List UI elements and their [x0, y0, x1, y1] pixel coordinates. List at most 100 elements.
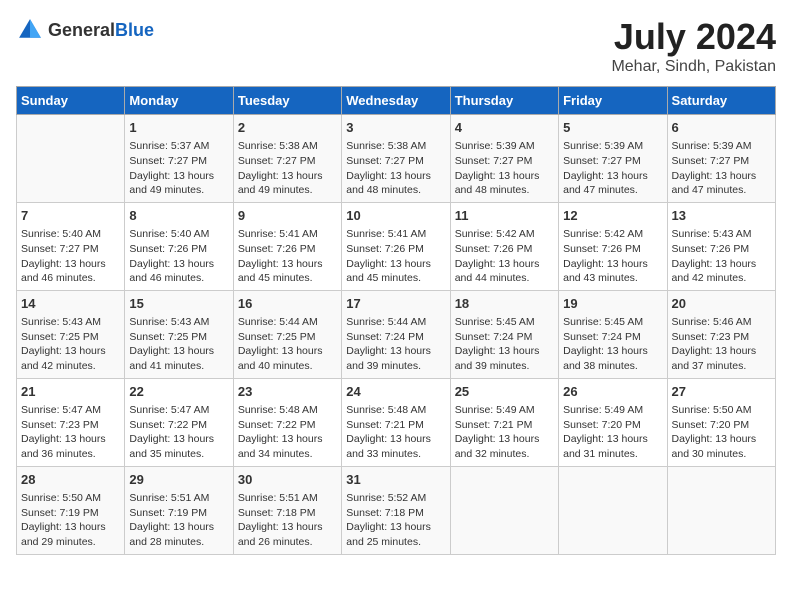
- day-info: and 40 minutes.: [238, 359, 337, 374]
- day-info: Sunrise: 5:49 AM: [455, 403, 554, 418]
- day-info: Sunset: 7:27 PM: [455, 154, 554, 169]
- day-number: 30: [238, 471, 337, 489]
- day-info: and 31 minutes.: [563, 447, 662, 462]
- day-info: Sunrise: 5:52 AM: [346, 491, 445, 506]
- day-number: 15: [129, 295, 228, 313]
- day-info: Sunrise: 5:50 AM: [21, 491, 120, 506]
- day-info: Sunset: 7:22 PM: [238, 418, 337, 433]
- day-info: and 37 minutes.: [672, 359, 771, 374]
- day-info: Sunset: 7:27 PM: [672, 154, 771, 169]
- day-info: Sunset: 7:27 PM: [346, 154, 445, 169]
- day-info: Daylight: 13 hours: [238, 432, 337, 447]
- calendar-cell: 3Sunrise: 5:38 AMSunset: 7:27 PMDaylight…: [342, 115, 450, 203]
- day-info: Sunset: 7:18 PM: [238, 506, 337, 521]
- day-info: and 46 minutes.: [129, 271, 228, 286]
- calendar-cell: 16Sunrise: 5:44 AMSunset: 7:25 PMDayligh…: [233, 290, 341, 378]
- day-info: Sunrise: 5:49 AM: [563, 403, 662, 418]
- calendar-cell: 11Sunrise: 5:42 AMSunset: 7:26 PMDayligh…: [450, 202, 558, 290]
- day-info: Sunset: 7:27 PM: [21, 242, 120, 257]
- calendar-cell: 10Sunrise: 5:41 AMSunset: 7:26 PMDayligh…: [342, 202, 450, 290]
- calendar-cell: 8Sunrise: 5:40 AMSunset: 7:26 PMDaylight…: [125, 202, 233, 290]
- calendar-cell: 22Sunrise: 5:47 AMSunset: 7:22 PMDayligh…: [125, 378, 233, 466]
- day-info: and 47 minutes.: [563, 183, 662, 198]
- day-info: Daylight: 13 hours: [21, 432, 120, 447]
- day-info: Sunset: 7:21 PM: [346, 418, 445, 433]
- day-info: Daylight: 13 hours: [129, 344, 228, 359]
- day-info: and 42 minutes.: [672, 271, 771, 286]
- day-number: 20: [672, 295, 771, 313]
- day-info: and 26 minutes.: [238, 535, 337, 550]
- day-info: Sunset: 7:25 PM: [21, 330, 120, 345]
- day-info: Sunrise: 5:48 AM: [238, 403, 337, 418]
- calendar-cell: 9Sunrise: 5:41 AMSunset: 7:26 PMDaylight…: [233, 202, 341, 290]
- day-info: Sunrise: 5:44 AM: [346, 315, 445, 330]
- calendar-cell: 23Sunrise: 5:48 AMSunset: 7:22 PMDayligh…: [233, 378, 341, 466]
- logo-blue: Blue: [115, 20, 154, 40]
- day-info: Daylight: 13 hours: [563, 257, 662, 272]
- day-info: Daylight: 13 hours: [129, 257, 228, 272]
- day-info: Sunrise: 5:43 AM: [129, 315, 228, 330]
- calendar-cell: 27Sunrise: 5:50 AMSunset: 7:20 PMDayligh…: [667, 378, 775, 466]
- day-info: and 45 minutes.: [238, 271, 337, 286]
- day-info: Daylight: 13 hours: [129, 520, 228, 535]
- calendar-cell: 13Sunrise: 5:43 AMSunset: 7:26 PMDayligh…: [667, 202, 775, 290]
- calendar-cell: 1Sunrise: 5:37 AMSunset: 7:27 PMDaylight…: [125, 115, 233, 203]
- header-tuesday: Tuesday: [233, 87, 341, 115]
- day-info: Sunrise: 5:40 AM: [129, 227, 228, 242]
- day-info: Daylight: 13 hours: [346, 520, 445, 535]
- day-info: Daylight: 13 hours: [672, 169, 771, 184]
- day-info: and 30 minutes.: [672, 447, 771, 462]
- day-info: Sunset: 7:24 PM: [346, 330, 445, 345]
- logo-general: General: [48, 20, 115, 40]
- day-info: Sunrise: 5:42 AM: [563, 227, 662, 242]
- subtitle: Mehar, Sindh, Pakistan: [611, 58, 776, 76]
- day-info: Sunset: 7:23 PM: [21, 418, 120, 433]
- day-info: Sunrise: 5:39 AM: [455, 139, 554, 154]
- day-info: and 45 minutes.: [346, 271, 445, 286]
- header-monday: Monday: [125, 87, 233, 115]
- calendar-cell: 17Sunrise: 5:44 AMSunset: 7:24 PMDayligh…: [342, 290, 450, 378]
- week-row-3: 14Sunrise: 5:43 AMSunset: 7:25 PMDayligh…: [17, 290, 776, 378]
- day-info: Sunset: 7:18 PM: [346, 506, 445, 521]
- day-info: Daylight: 13 hours: [455, 344, 554, 359]
- day-info: Sunrise: 5:43 AM: [21, 315, 120, 330]
- day-info: and 39 minutes.: [346, 359, 445, 374]
- day-number: 1: [129, 119, 228, 137]
- calendar-cell: 28Sunrise: 5:50 AMSunset: 7:19 PMDayligh…: [17, 466, 125, 554]
- day-info: Daylight: 13 hours: [455, 257, 554, 272]
- logo-icon: [16, 16, 44, 44]
- day-info: Daylight: 13 hours: [238, 344, 337, 359]
- day-info: Sunset: 7:27 PM: [238, 154, 337, 169]
- day-info: Daylight: 13 hours: [238, 169, 337, 184]
- day-info: and 46 minutes.: [21, 271, 120, 286]
- day-info: and 38 minutes.: [563, 359, 662, 374]
- day-info: Sunrise: 5:51 AM: [238, 491, 337, 506]
- calendar-cell: [17, 115, 125, 203]
- day-info: and 48 minutes.: [455, 183, 554, 198]
- day-info: and 28 minutes.: [129, 535, 228, 550]
- day-info: and 33 minutes.: [346, 447, 445, 462]
- day-info: and 49 minutes.: [129, 183, 228, 198]
- day-number: 16: [238, 295, 337, 313]
- calendar-cell: 24Sunrise: 5:48 AMSunset: 7:21 PMDayligh…: [342, 378, 450, 466]
- day-info: Sunset: 7:19 PM: [21, 506, 120, 521]
- day-number: 12: [563, 207, 662, 225]
- day-info: Daylight: 13 hours: [346, 432, 445, 447]
- calendar-cell: 7Sunrise: 5:40 AMSunset: 7:27 PMDaylight…: [17, 202, 125, 290]
- day-number: 11: [455, 207, 554, 225]
- day-info: Daylight: 13 hours: [563, 169, 662, 184]
- day-number: 28: [21, 471, 120, 489]
- day-number: 6: [672, 119, 771, 137]
- week-row-2: 7Sunrise: 5:40 AMSunset: 7:27 PMDaylight…: [17, 202, 776, 290]
- calendar-cell: 4Sunrise: 5:39 AMSunset: 7:27 PMDaylight…: [450, 115, 558, 203]
- day-info: and 35 minutes.: [129, 447, 228, 462]
- day-number: 21: [21, 383, 120, 401]
- day-info: and 49 minutes.: [238, 183, 337, 198]
- day-number: 9: [238, 207, 337, 225]
- day-info: Sunset: 7:24 PM: [455, 330, 554, 345]
- day-info: Daylight: 13 hours: [238, 520, 337, 535]
- day-info: Daylight: 13 hours: [21, 344, 120, 359]
- calendar-cell: [667, 466, 775, 554]
- logo-text: GeneralBlue: [48, 20, 154, 41]
- day-info: Sunset: 7:26 PM: [346, 242, 445, 257]
